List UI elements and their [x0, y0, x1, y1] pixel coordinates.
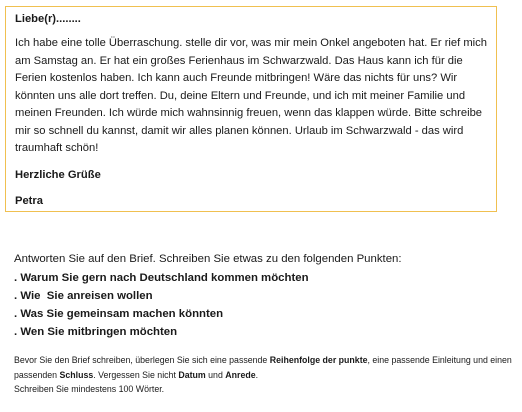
- instructions-text: und: [205, 369, 226, 380]
- letter-signature: Petra: [15, 194, 43, 207]
- task-point-warum: . Warum Sie gern nach Deutschland kommen…: [14, 272, 309, 284]
- task-point-was: . Was Sie gemeinsam machen könnten: [14, 308, 224, 320]
- letter-salutation: Liebe(r)........: [15, 13, 81, 25]
- task-point-wie: . Wie Sie anreisen wollen: [14, 290, 153, 302]
- instructions-emphasis: Schluss: [59, 369, 94, 380]
- task-section: Antworten Sie auf den Brief. Schreiben S…: [14, 251, 514, 341]
- task-intro: Antworten Sie auf den Brief. Schreiben S…: [14, 253, 402, 265]
- instructions-text: .: [255, 369, 259, 380]
- task-points-list: . Warum Sie gern nach Deutschland kommen…: [14, 269, 514, 341]
- instructions-text: . Vergessen Sie nicht: [93, 369, 179, 380]
- instructions-word-count: Schreiben Sie mindestens 100 Wörter.: [14, 384, 165, 394]
- letter-box: Liebe(r)........ Ich habe eine tolle Übe…: [5, 6, 497, 212]
- instructions-emphasis: Anrede: [225, 369, 256, 380]
- instructions-emphasis: Reihenfolge der punkte: [269, 355, 368, 365]
- letter-body: Ich habe eine tolle Überraschung. stelle…: [15, 37, 487, 154]
- instructions: Bevor Sie den Brief schreiben, überlegen…: [14, 353, 514, 397]
- letter-closing: Herzliche Grüße: [15, 168, 101, 181]
- instructions-text: Bevor Sie den Brief schreiben, überlegen…: [14, 355, 270, 365]
- instructions-emphasis: Datum: [178, 369, 206, 380]
- task-point-wen: . Wen Sie mitbringen möchten: [14, 326, 178, 338]
